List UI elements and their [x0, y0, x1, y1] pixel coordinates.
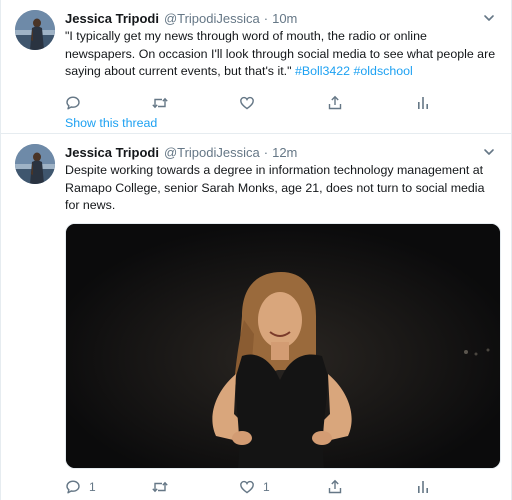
- tweet-header: Jessica Tripodi @TripodiJessica · 12m: [65, 144, 497, 160]
- avatar[interactable]: [15, 144, 55, 184]
- analytics-icon: [415, 479, 431, 495]
- tweet-actions: [65, 93, 497, 113]
- author-name[interactable]: Jessica Tripodi: [65, 11, 159, 26]
- heart-icon: [239, 95, 255, 111]
- hashtag-link[interactable]: #Boll3422: [295, 64, 350, 78]
- chevron-down-icon[interactable]: [481, 10, 497, 26]
- analytics-icon: [415, 95, 431, 111]
- reply-count: 1: [89, 479, 96, 494]
- speech-bubble-icon: [65, 479, 81, 495]
- tweet-text: Despite working towards a degree in info…: [65, 163, 485, 212]
- speech-bubble-icon: [65, 95, 81, 111]
- analytics-button[interactable]: [415, 477, 431, 497]
- tweet-text: "I typically get my news through word of…: [65, 28, 497, 81]
- hashtag-link[interactable]: #oldschool: [354, 64, 413, 78]
- share-button[interactable]: [327, 93, 343, 113]
- author-handle[interactable]: @TripodiJessica: [164, 11, 260, 26]
- analytics-button[interactable]: [415, 93, 431, 113]
- tweet-body: "I typically get my news through word of…: [65, 29, 496, 78]
- heart-icon: [239, 479, 255, 495]
- timeline: Jessica Tripodi @TripodiJessica · 10m "I…: [0, 0, 512, 500]
- like-count: 1: [263, 479, 270, 494]
- like-button[interactable]: [239, 93, 263, 113]
- tweet[interactable]: Jessica Tripodi @TripodiJessica · 10m "I…: [1, 0, 511, 134]
- tweet[interactable]: Jessica Tripodi @TripodiJessica · 12m De…: [1, 134, 511, 500]
- chevron-down-icon[interactable]: [481, 144, 497, 160]
- timestamp[interactable]: 10m: [272, 11, 297, 26]
- separator: ·: [263, 10, 269, 26]
- author-handle[interactable]: @TripodiJessica: [164, 145, 260, 160]
- avatar[interactable]: [15, 10, 55, 50]
- reply-button[interactable]: 1: [65, 477, 96, 497]
- retweet-button[interactable]: [151, 93, 177, 113]
- share-button[interactable]: [327, 477, 343, 497]
- retweet-icon: [151, 479, 169, 495]
- like-button[interactable]: 1: [239, 477, 270, 497]
- separator: ·: [263, 144, 269, 160]
- retweet-icon: [151, 95, 169, 111]
- show-thread-link[interactable]: Show this thread: [65, 116, 157, 130]
- retweet-button[interactable]: [151, 477, 177, 497]
- timestamp[interactable]: 12m: [272, 145, 297, 160]
- author-name[interactable]: Jessica Tripodi: [65, 145, 159, 160]
- tweet-actions: 1 1: [65, 477, 497, 497]
- tweet-photo[interactable]: [65, 222, 501, 469]
- reply-button[interactable]: [65, 93, 89, 113]
- share-icon: [327, 479, 343, 495]
- tweet-header: Jessica Tripodi @TripodiJessica · 10m: [65, 10, 497, 26]
- share-icon: [327, 95, 343, 111]
